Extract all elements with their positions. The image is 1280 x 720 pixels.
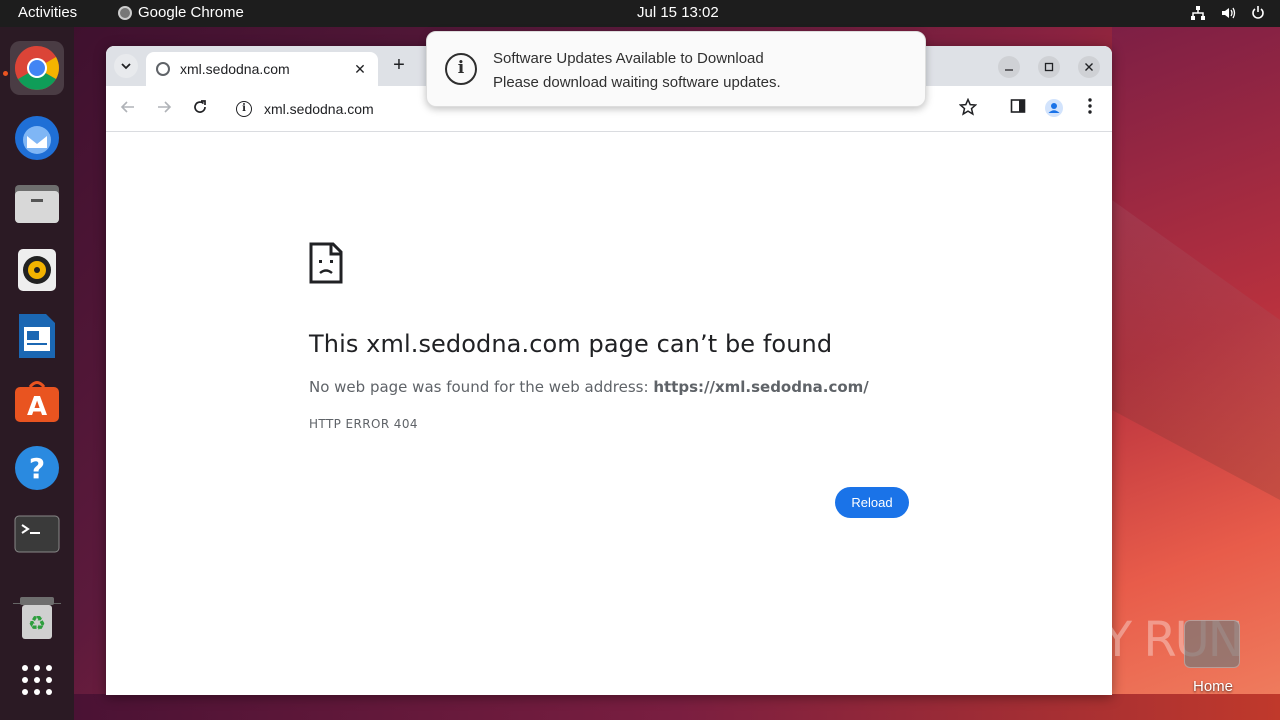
- arrow-left-icon: [120, 101, 134, 113]
- close-icon: [1085, 63, 1093, 71]
- minimize-icon: [1005, 69, 1013, 71]
- back-button[interactable]: [117, 98, 139, 120]
- chevron-down-icon: [121, 63, 131, 70]
- network-icon: [1190, 5, 1206, 21]
- side-panel-button[interactable]: [1007, 98, 1029, 120]
- error-url: https://xml.sedodna.com/: [653, 378, 869, 396]
- thunderbird-icon[interactable]: [10, 111, 64, 165]
- notification-body: Please download waiting software updates…: [493, 74, 781, 91]
- app-menu-label: Google Chrome: [138, 4, 244, 21]
- maximize-button[interactable]: [1038, 56, 1060, 78]
- notification-title: Software Updates Available to Download: [493, 50, 764, 67]
- error-description: No web page was found for the web addres…: [309, 378, 869, 396]
- files-icon[interactable]: [10, 177, 64, 231]
- svg-text:?: ?: [29, 452, 45, 485]
- tab-title: xml.sedodna.com: [180, 61, 290, 77]
- update-notification[interactable]: i Software Updates Available to Download…: [426, 31, 926, 107]
- dock: A ? ♻: [0, 27, 74, 720]
- help-icon[interactable]: ?: [10, 441, 64, 495]
- volume-icon: [1220, 5, 1236, 21]
- tab-active[interactable]: xml.sedodna.com ✕: [146, 52, 378, 86]
- address-bar-url: xml.sedodna.com: [264, 101, 374, 117]
- trash-icon[interactable]: ♻: [10, 591, 64, 645]
- star-icon: [958, 97, 978, 116]
- home-folder-label[interactable]: Home: [1193, 678, 1233, 695]
- show-apps-icon[interactable]: [10, 653, 64, 707]
- terminal-icon[interactable]: [10, 507, 64, 561]
- minimize-button[interactable]: [998, 56, 1020, 78]
- info-icon: i: [445, 53, 477, 85]
- rhythmbox-icon[interactable]: [10, 243, 64, 297]
- error-code: HTTP ERROR 404: [309, 417, 418, 431]
- clock[interactable]: Jul 15 13:02: [637, 4, 719, 21]
- profile-icon: [1045, 99, 1063, 117]
- maximize-icon: [1044, 62, 1054, 72]
- more-vert-icon: [1088, 98, 1092, 114]
- bookmark-star-button[interactable]: [957, 97, 979, 120]
- tab-search-button[interactable]: [114, 54, 138, 78]
- close-button[interactable]: [1078, 56, 1100, 78]
- reload-button[interactable]: Reload: [835, 487, 909, 518]
- top-bar: Activities Google Chrome Jul 15 13:02: [0, 0, 1280, 27]
- activities-button[interactable]: Activities: [18, 4, 77, 21]
- arrow-right-icon: [158, 101, 172, 113]
- reload-toolbar-button[interactable]: [189, 98, 211, 120]
- chrome-icon[interactable]: [10, 41, 64, 95]
- svg-text:♻: ♻: [28, 611, 46, 635]
- sad-document-icon: [309, 242, 343, 284]
- side-panel-icon: [1010, 99, 1026, 113]
- profile-button[interactable]: [1043, 98, 1065, 120]
- system-tray[interactable]: [1190, 5, 1266, 21]
- app-center-icon[interactable]: A: [10, 375, 64, 429]
- tab-close-button[interactable]: ✕: [350, 61, 370, 78]
- error-page: This xml.sedodna.com page can’t be found…: [106, 133, 1112, 695]
- home-folder-icon[interactable]: [1184, 620, 1240, 668]
- error-title: This xml.sedodna.com page can’t be found: [309, 330, 833, 358]
- wallpaper-bottom: [74, 694, 1280, 720]
- globe-icon: [156, 62, 170, 76]
- libreoffice-writer-icon[interactable]: [10, 309, 64, 363]
- chrome-menu-button[interactable]: [1079, 98, 1101, 120]
- new-tab-button[interactable]: +: [388, 55, 410, 77]
- app-menu[interactable]: Google Chrome: [118, 4, 244, 21]
- svg-text:A: A: [27, 392, 47, 422]
- error-description-text: No web page was found for the web addres…: [309, 378, 654, 396]
- site-info-icon[interactable]: i: [236, 101, 252, 117]
- forward-button[interactable]: [153, 98, 175, 120]
- reload-icon: [194, 100, 206, 113]
- running-indicator: [3, 71, 8, 76]
- chrome-small-icon: [118, 5, 132, 20]
- chrome-window: xml.sedodna.com ✕ + i xml.sedodna.com Th…: [106, 46, 1112, 695]
- power-icon: [1250, 5, 1266, 21]
